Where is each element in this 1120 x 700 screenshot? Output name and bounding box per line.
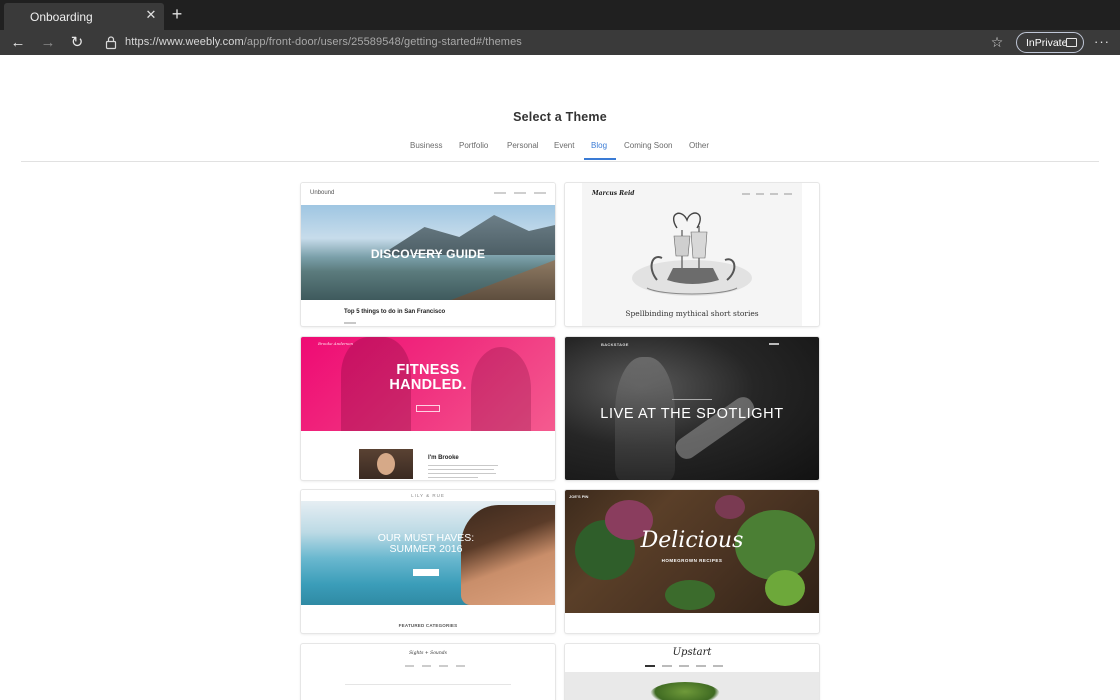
forward-arrow-icon[interactable]: → <box>38 33 58 53</box>
tab-business[interactable]: Business <box>410 141 442 150</box>
theme-caption-meta <box>344 322 356 324</box>
theme-hero-kicker <box>672 399 712 400</box>
theme-nav-links <box>742 193 792 195</box>
new-tab-icon[interactable]: + <box>168 5 186 23</box>
theme-card-backstage[interactable]: BACKSTAGE LIVE AT THE SPOTLIGHT <box>565 337 819 480</box>
theme-nav-links <box>405 665 465 667</box>
theme-card-sights-sounds[interactable]: Sights + Sounds <box>301 644 555 700</box>
hero-line-1: FITNESS <box>396 362 460 378</box>
favorite-star-icon[interactable]: ☆ <box>988 33 1006 51</box>
theme-logo: LILY & RUE <box>411 493 445 498</box>
theme-logo: Brooke Anderson <box>318 341 354 346</box>
theme-section-heading: FEATURED CATEGORIES <box>398 623 458 628</box>
theme-logo: Sights + Sounds <box>409 651 447 656</box>
refresh-icon[interactable]: ↻ <box>67 33 87 53</box>
theme-logo: Marcus Reid <box>592 190 635 197</box>
hero-line-2: SUMMER 2016 <box>389 543 463 555</box>
more-options-icon[interactable]: ··· <box>1092 33 1112 51</box>
theme-logo: Unbound <box>310 190 335 196</box>
back-arrow-icon[interactable]: ← <box>8 33 28 53</box>
inprivate-label: InPrivate <box>1026 37 1068 49</box>
theme-nav-links <box>645 665 723 667</box>
page-title: Select a Theme <box>513 110 607 124</box>
theme-preview-page: Marcus Reid <box>582 183 802 326</box>
theme-body-text <box>428 465 498 480</box>
ship-octopus-illustration <box>632 212 752 296</box>
url-host: https://www.weebly.com <box>125 36 244 48</box>
theme-card-upstart[interactable]: Upstart <box>565 644 819 700</box>
url-path: /app/front-door/users/25589548/getting-s… <box>243 36 522 48</box>
tab-portfolio[interactable]: Portfolio <box>459 141 488 150</box>
theme-card-fitness[interactable]: Brooke Anderson FITNESS HANDLED. I'm Bro… <box>301 337 555 480</box>
theme-logo: JOE'S PIN <box>569 494 589 499</box>
theme-hero-text: Delicious <box>640 528 744 553</box>
theme-preview-nav: LILY & RUE <box>301 490 555 501</box>
theme-card-unbound[interactable]: Unbound DISCOVERY GUIDE Top 5 things to … <box>301 183 555 326</box>
browser-tab[interactable]: Onboarding ✕ <box>4 3 164 30</box>
theme-caption: Top 5 things to do in San Francisco <box>344 309 446 315</box>
theme-hero-text: DISCOVERY GUIDE <box>370 247 486 261</box>
tabs-divider <box>21 161 1099 162</box>
hero-line-2: HANDLED. <box>389 377 467 393</box>
theme-preview-nav: Unbound <box>301 183 555 205</box>
theme-nav-links <box>769 343 779 345</box>
active-tab-indicator <box>584 158 616 160</box>
theme-hero-image <box>565 672 819 700</box>
theme-caption: Spellbinding mythical short stories <box>625 309 759 318</box>
tab-blog[interactable]: Blog <box>591 141 607 150</box>
theme-cta-button <box>416 405 440 412</box>
theme-hero-subtext: HOMEGROWN RECIPES <box>661 558 723 563</box>
tab-event[interactable]: Event <box>554 141 574 150</box>
theme-hero-text: OUR MUST HAVES: SUMMER 2016 <box>361 533 491 555</box>
theme-hero-text: LIVE AT THE SPOTLIGHT <box>600 406 784 422</box>
tab-coming-soon[interactable]: Coming Soon <box>624 141 672 150</box>
theme-card-delicious[interactable]: JOE'S PIN Delicious HOMEGROWN RECIPES <box>565 490 819 633</box>
lock-icon <box>105 36 117 50</box>
theme-logo: Upstart <box>672 647 712 658</box>
theme-nav-links <box>494 192 546 194</box>
inprivate-icon <box>1066 38 1077 47</box>
theme-card-lily-rue[interactable]: LILY & RUE OUR MUST HAVES: SUMMER 2016 F… <box>301 490 555 633</box>
theme-card-marcus-reid[interactable]: Marcus Reid Spellbinding mythical short … <box>565 183 819 326</box>
browser-tab-title: Onboarding <box>30 10 93 24</box>
browser-tab-strip: Onboarding ✕ + <box>0 0 1120 30</box>
profile-photo <box>359 449 413 479</box>
theme-category-tabs: Business Portfolio Personal Event Blog C… <box>0 141 1120 161</box>
theme-cta-button <box>413 569 439 576</box>
inprivate-badge[interactable]: InPrivate <box>1016 32 1084 53</box>
browser-toolbar: ← → ↻ https://www.weebly.com/app/front-d… <box>0 30 1120 55</box>
tab-other[interactable]: Other <box>689 141 709 150</box>
theme-hero-text: FITNESS HANDLED. <box>301 363 555 393</box>
theme-profile-name: I'm Brooke <box>428 455 459 461</box>
tab-personal[interactable]: Personal <box>507 141 539 150</box>
theme-divider <box>345 684 511 685</box>
theme-logo: BACKSTAGE <box>601 342 629 347</box>
close-icon[interactable]: ✕ <box>144 8 158 22</box>
address-input[interactable]: https://www.weebly.com/app/front-door/us… <box>125 36 522 48</box>
